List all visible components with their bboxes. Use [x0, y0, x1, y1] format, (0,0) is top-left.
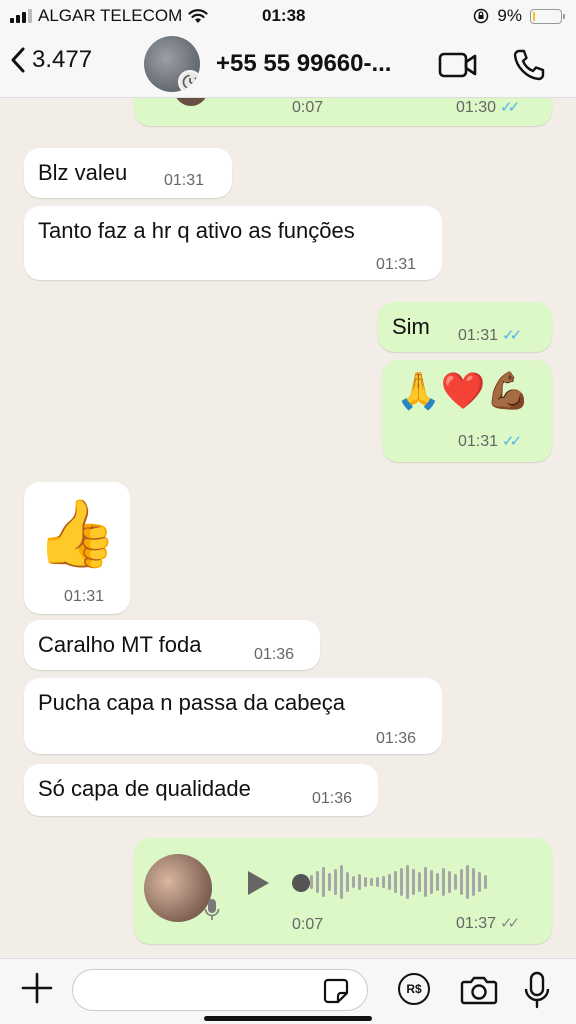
contact-avatar[interactable]	[144, 36, 200, 92]
voice-message[interactable]: 0:07 01:37 ✓✓	[134, 838, 552, 944]
waveform-bar	[448, 871, 451, 893]
voice-sender-avatar	[174, 98, 208, 106]
read-ticks-icon: ✓✓	[500, 99, 520, 116]
orientation-lock-icon	[474, 8, 489, 24]
waveform-bar	[328, 873, 331, 891]
message-time: 01:36	[254, 646, 295, 663]
battery-percent: 9%	[497, 6, 522, 25]
waveform-bar	[376, 877, 379, 887]
message-time: 01:37 ✓✓	[456, 915, 520, 932]
thumbs-up-emoji: 👍	[35, 496, 119, 570]
battery-icon	[530, 8, 565, 24]
waveform-bar	[412, 869, 415, 895]
waveform-bar	[310, 875, 313, 889]
message-bubble[interactable]: Pucha capa n passa da cabeça 01:36	[24, 678, 442, 754]
sticker-icon[interactable]	[322, 977, 350, 1005]
microphone-icon	[204, 899, 220, 920]
message-time: 01:36	[312, 790, 353, 807]
wifi-icon	[188, 9, 208, 23]
home-indicator	[204, 1016, 372, 1021]
waveform-bar	[346, 872, 349, 892]
playback-dot[interactable]	[292, 874, 310, 892]
voice-sender-avatar	[144, 854, 212, 922]
plus-icon[interactable]	[20, 971, 54, 1005]
contact-name[interactable]: +55 55 99660-...	[216, 50, 391, 78]
voice-message[interactable]: 0:07 01:30 ✓✓	[134, 98, 552, 126]
microphone-icon[interactable]	[524, 971, 550, 1009]
waveform-bar	[340, 865, 343, 899]
delivered-ticks-icon: ✓✓	[500, 915, 520, 932]
message-time: 01:31	[64, 588, 105, 605]
carrier-label: ALGAR TELECOM	[38, 6, 183, 25]
signal-icon	[10, 9, 32, 23]
chat-area[interactable]: 0:07 01:30 ✓✓ Blz valeu 01:31 Tanto faz a…	[0, 98, 576, 958]
waveform-bar	[316, 871, 319, 893]
status-left: ALGAR TELECOM	[10, 6, 208, 26]
waveform-bar	[394, 871, 397, 893]
disappearing-timer-icon	[178, 70, 200, 92]
emoji-text: 🙏❤️💪🏾	[396, 370, 531, 411]
emoji-message[interactable]: 🙏❤️💪🏾 01:31 ✓✓	[382, 360, 552, 462]
voice-duration: 0:07	[292, 99, 324, 116]
phone-icon[interactable]	[512, 48, 546, 82]
waveform-bar	[370, 878, 373, 886]
waveform-bar	[454, 874, 457, 890]
waveform-bar	[460, 869, 463, 895]
payment-button[interactable]: R$	[398, 973, 430, 1005]
waveform-bar	[364, 877, 367, 887]
waveform-bar	[418, 872, 421, 892]
waveform-bar	[478, 872, 481, 892]
message-bubble[interactable]: Tanto faz a hr q ativo as funções 01:31	[24, 206, 442, 280]
waveform-bar	[334, 869, 337, 895]
message-time: 01:31 ✓✓	[458, 433, 522, 450]
video-camera-icon[interactable]	[438, 52, 478, 78]
message-text: Blz valeu	[38, 160, 128, 185]
message-time: 01:31 ✓✓	[458, 327, 522, 344]
message-bubble[interactable]: Sim 01:31 ✓✓	[378, 302, 552, 352]
back-chevron-icon	[11, 47, 25, 73]
message-text: Tanto faz a hr q ativo as funções	[38, 218, 355, 243]
waveform-bar	[442, 868, 445, 896]
status-right: 9%	[473, 6, 565, 26]
message-time: 01:30 ✓✓	[456, 99, 520, 116]
battery-fill	[533, 11, 535, 21]
message-text: Sim	[392, 314, 430, 339]
message-text: Só capa de qualidade	[38, 776, 251, 801]
message-time: 01:31	[164, 172, 205, 189]
read-ticks-icon: ✓✓	[502, 433, 522, 450]
waveform-bar	[484, 875, 487, 889]
status-time: 01:38	[262, 6, 306, 25]
waveform-bar	[430, 870, 433, 894]
message-bubble[interactable]: Blz valeu 01:31	[24, 148, 232, 198]
waveform-bar	[358, 874, 361, 890]
waveform-bar	[400, 868, 403, 896]
waveform-bar	[388, 874, 391, 890]
message-time: 01:31	[376, 256, 417, 273]
waveform-bar	[436, 873, 439, 891]
message-bubble[interactable]: Só capa de qualidade 01:36	[24, 764, 378, 816]
waveform-bar	[406, 865, 409, 899]
waveform-bar	[424, 867, 427, 897]
back-button[interactable]: 3.477	[10, 46, 92, 74]
voice-waveform[interactable]	[310, 862, 487, 902]
emoji-message[interactable]: 👍 01:31	[24, 482, 130, 614]
status-bar: ALGAR TELECOM 01:38 9%	[0, 0, 576, 32]
message-time: 01:36	[376, 730, 417, 747]
input-bar: R$	[0, 958, 576, 1024]
pix-label: R$	[406, 982, 422, 996]
voice-duration: 0:07	[292, 916, 324, 933]
camera-icon[interactable]	[460, 975, 498, 1005]
waveform-bar	[382, 876, 385, 888]
waveform-bar	[472, 868, 475, 896]
chat-header: 3.477 +55 55 99660-...	[0, 32, 576, 98]
message-bubble[interactable]: Caralho MT foda 01:36	[24, 620, 320, 670]
waveform-bar	[352, 876, 355, 888]
play-icon[interactable]	[244, 868, 272, 898]
message-text: Pucha capa n passa da cabeça	[38, 690, 346, 715]
unread-count: 3.477	[32, 46, 93, 73]
waveform-bar	[322, 867, 325, 897]
message-text: Caralho MT foda	[38, 632, 202, 657]
read-ticks-icon: ✓✓	[502, 327, 522, 344]
waveform-bar	[466, 865, 469, 899]
